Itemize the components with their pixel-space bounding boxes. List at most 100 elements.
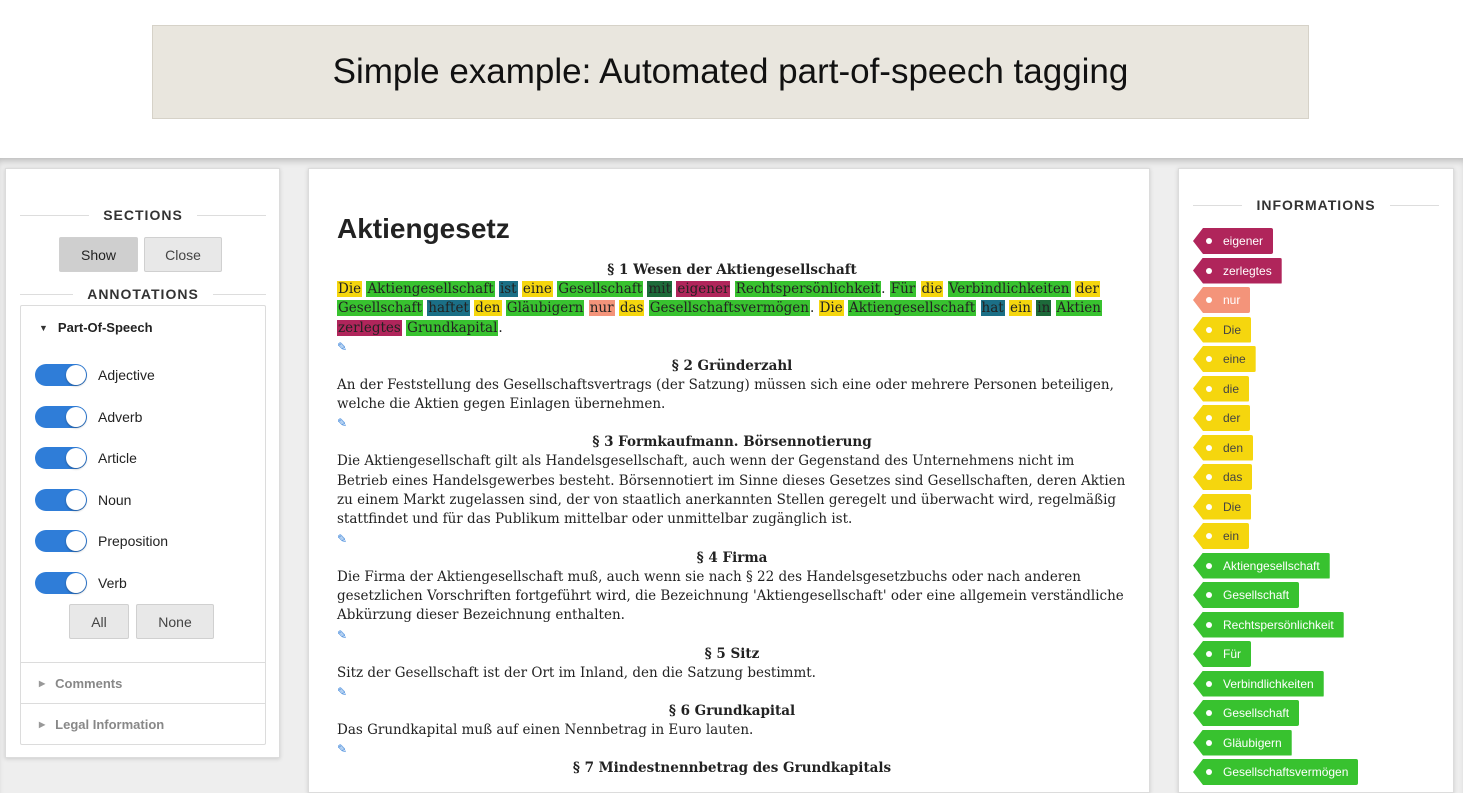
sections-panel: SECTIONS Show Close ANNOTATIONS ▼ Part-O… [5,168,280,758]
annotation-tag[interactable]: Gesellschaft [1193,582,1300,608]
caret-right-icon: ▶ [39,678,46,688]
annotated-token[interactable]: Rechtspersönlichkeit [734,281,882,297]
annotation-tag[interactable]: die [1193,375,1250,402]
close-button[interactable]: Close [144,237,222,272]
all-button[interactable]: All [69,604,129,639]
toggle-switch[interactable] [35,364,87,386]
part-of-speech-header[interactable]: ▼ Part-Of-Speech [39,320,153,335]
annotation-tag[interactable]: eine [1193,346,1256,372]
annotation-tag[interactable]: Gesellschaftsvermögen [1193,759,1359,785]
annotated-token[interactable]: zerlegtes [337,319,402,336]
annotation-tag[interactable]: Verbindlichkeiten [1193,670,1324,697]
section-text: Die Firma der Aktiengesellschaft muß, au… [337,568,1124,624]
annotation-tag[interactable]: Für [1193,641,1251,667]
annotation-tag[interactable]: Aktiengesellschaft [1193,552,1330,579]
toggle-switch[interactable] [35,447,87,469]
annotation-tag[interactable]: nur [1193,287,1251,313]
annotated-token[interactable]: eigener [676,281,731,297]
annotation-tag[interactable]: zerlegtes [1193,257,1282,284]
pencil-icon[interactable]: ✎ [337,683,1127,702]
toggle-adjective[interactable]: Adjective [35,364,155,386]
section-text: Die Aktiengesellschaft ist eine Gesellsc… [337,280,1127,338]
toggle-article[interactable]: Article [35,447,137,469]
annotated-token[interactable]: eine [521,281,553,297]
toggle-knob [66,406,86,427]
section-text: Das Grundkapital muß auf einen Nennbetra… [337,721,754,738]
toggle-label: Adverb [98,408,143,425]
annotation-tag[interactable]: Die [1193,493,1252,520]
document-title: Aktiengesetz [337,213,510,244]
toggle-switch[interactable] [35,488,87,511]
text-fragment: . [809,300,819,317]
comments-section[interactable]: ▶ Comments [21,662,265,703]
annotated-token[interactable]: in [1036,300,1052,317]
annotated-token[interactable]: Für [889,281,917,297]
annotated-token[interactable]: Gesellschaftsvermögen [648,300,810,317]
section-heading: § 6 Grundkapital [668,702,796,719]
annotated-token[interactable]: das [618,300,645,317]
annotation-tag[interactable]: der [1193,405,1251,431]
annotated-token[interactable]: Gesellschaft [337,300,423,317]
show-button[interactable]: Show [59,237,138,272]
toggle-preposition[interactable]: Preposition [35,530,168,552]
annotated-token[interactable]: ist [498,281,518,297]
section-heading: § 1 Wesen der Aktiengesellschaft [607,262,857,278]
annotated-token[interactable]: Aktien [1055,300,1102,317]
annotation-tag[interactable]: eigener [1193,228,1274,254]
text-fragment [1051,300,1055,316]
annotated-token[interactable]: haftet [427,300,470,317]
app-window: SECTIONS Show Close ANNOTATIONS ▼ Part-O… [0,158,1463,793]
toggle-knob [66,489,86,510]
pencil-icon[interactable]: ✎ [337,626,1127,645]
toggle-label: Article [98,450,137,466]
toggle-label: Verb [98,574,127,591]
section-heading: § 4 Firma [696,549,768,566]
annotated-token[interactable]: Aktiengesellschaft [366,281,495,297]
toggle-label: Adjective [98,367,155,383]
annotated-token[interactable]: Verbindlichkeiten [947,281,1071,297]
annotation-tag[interactable]: den [1193,434,1254,461]
annotated-token[interactable]: die [920,281,944,297]
annotated-token[interactable]: den [474,300,502,317]
annotated-token[interactable]: mit [647,281,673,297]
annotated-token[interactable]: Aktiengesellschaft [848,300,977,317]
toggle-verb[interactable]: Verb [35,571,127,594]
sections-heading: SECTIONS [20,205,266,225]
annotated-token[interactable]: ein [1008,300,1032,317]
toggle-knob [66,365,86,385]
annotated-token[interactable]: Gläubigern [505,300,585,317]
none-button[interactable]: None [136,604,214,639]
toggle-label: Preposition [98,533,169,549]
text-fragment [976,300,980,316]
annotation-tag[interactable]: Die [1193,316,1252,343]
pencil-icon[interactable]: ✎ [337,338,1127,357]
pencil-icon[interactable]: ✎ [337,414,1127,433]
section-heading: § 5 Sitz [704,645,760,662]
text-fragment: . [498,319,503,336]
section-text: An der Feststellung des Gesellschaftsver… [337,376,1114,413]
annotation-tag[interactable]: Gesellschaft [1193,700,1300,726]
annotated-token[interactable]: Gesellschaft [557,281,644,297]
annotation-tag[interactable]: Rechtspersönlichkeit [1193,611,1344,638]
toggle-label: Noun [98,491,132,508]
toggle-switch[interactable] [35,405,87,428]
annotation-tag[interactable]: Gläubigern [1193,729,1292,756]
annotation-tag[interactable]: ein [1193,523,1250,549]
toggle-switch[interactable] [35,571,87,594]
annotated-token[interactable]: Die [337,281,363,297]
annotated-token[interactable]: Die [818,300,844,317]
annotated-token[interactable]: nur [588,300,615,317]
text-fragment [916,281,920,297]
annotated-token[interactable]: der [1074,281,1100,297]
pencil-icon[interactable]: ✎ [337,530,1127,549]
toggle-adverb[interactable]: Adverb [35,405,143,428]
toggle-switch[interactable] [35,530,87,552]
annotated-token[interactable]: Grundkapital [406,319,499,336]
pencil-icon[interactable]: ✎ [337,740,1127,759]
annotation-tag[interactable]: das [1193,464,1253,490]
annotated-token[interactable]: hat [980,300,1005,317]
section-heading: § 7 Mindestnennbetrag des Grundkapitals [572,760,892,777]
toggle-noun[interactable]: Noun [35,488,132,511]
section-heading: § 2 Gründerzahl [671,357,793,374]
legal-information-section[interactable]: ▶ Legal Information [21,703,265,744]
